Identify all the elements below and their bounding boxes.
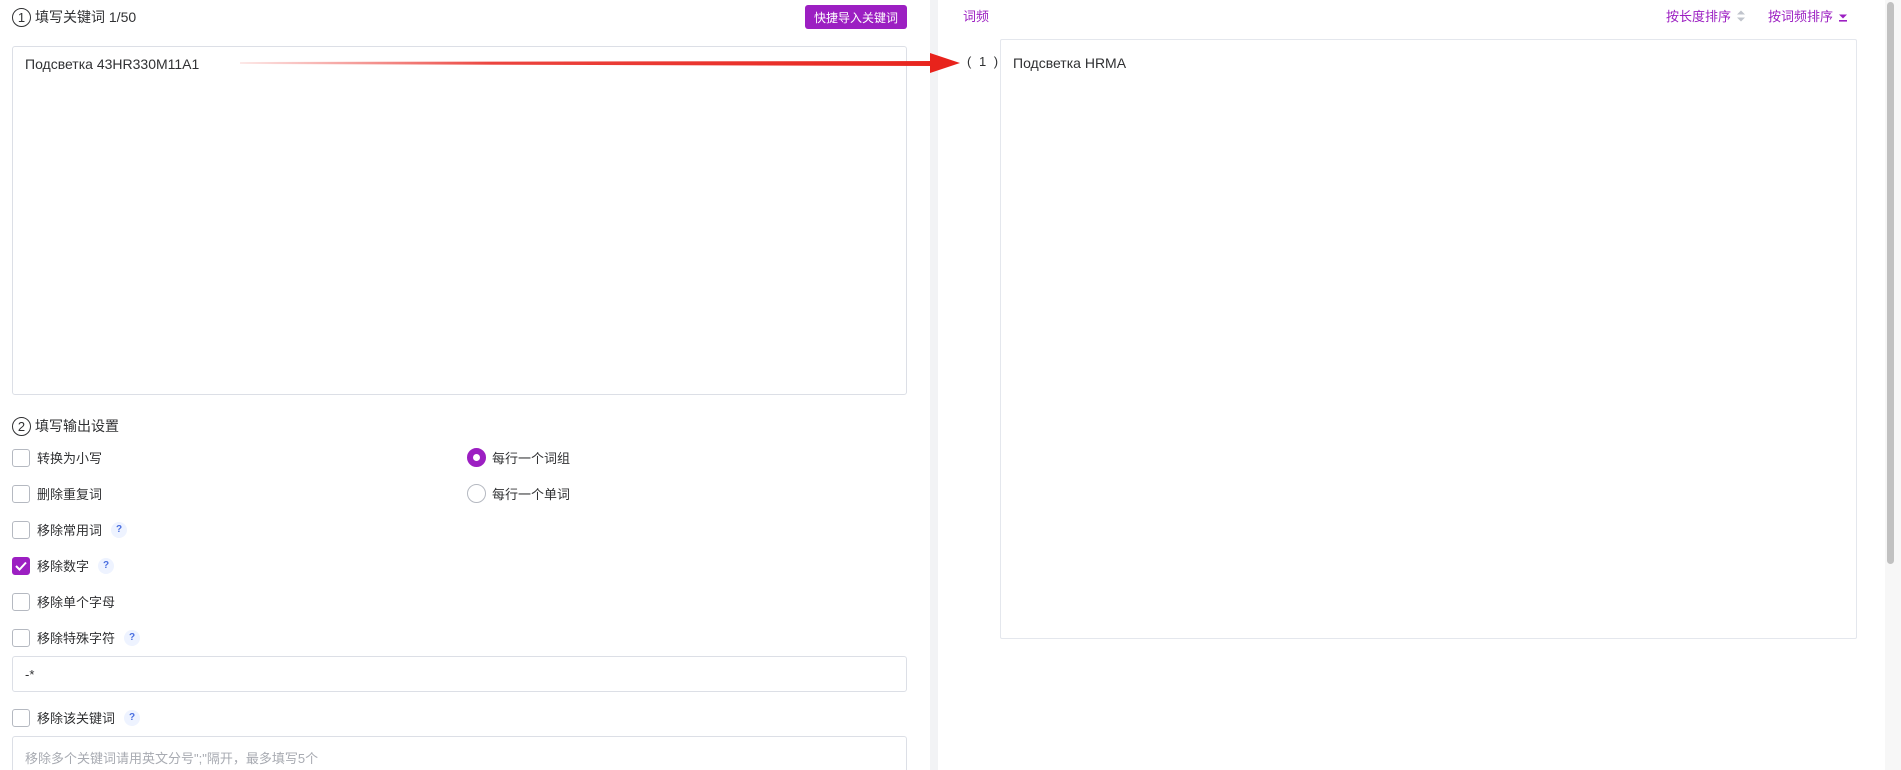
remove-keywords-placeholder: 移除多个关键词请用英文分号";"隔开，最多填写5个 (25, 751, 319, 766)
sort-caret-icon (1736, 9, 1746, 23)
remove-special-label: 移除特殊字符 (37, 631, 116, 646)
keyword-text: Подсветка 43HR330M11A1 (25, 56, 200, 72)
special-chars-value: -* (25, 666, 35, 682)
step2-title: 填写输出设置 (35, 418, 119, 434)
word-per-line-label: 每行一个单词 (492, 487, 571, 502)
sort-by-length-label: 按长度排序 (1666, 9, 1732, 24)
remove-duplicates-checkbox[interactable] (12, 484, 30, 503)
result-panel: 词频 按长度排序 按词频排序 ( 1 ) Подсветка HRMA (938, 0, 1901, 770)
lowercase-checkbox[interactable] (12, 448, 30, 467)
remove-single-letter-label: 移除单个字母 (37, 595, 116, 610)
sort-by-frequency-label: 按词频排序 (1768, 9, 1834, 24)
help-icon[interactable]: ? (111, 521, 128, 538)
step1-number: 1 (12, 7, 31, 27)
remove-common-label: 移除常用词 (37, 523, 103, 538)
remove-keyword-checkbox[interactable] (12, 708, 30, 727)
remove-numbers-option[interactable]: 移除数字 ? (12, 556, 115, 575)
remove-keyword-label: 移除该关键词 (37, 711, 116, 726)
remove-numbers-checkbox[interactable] (12, 556, 30, 575)
lowercase-option[interactable]: 转换为小写 (12, 448, 102, 467)
word-per-line-option[interactable]: 每行一个单词 (467, 484, 570, 503)
step2-number: 2 (12, 416, 31, 436)
quick-import-button[interactable]: 快捷导入关键词 (805, 5, 907, 29)
word-per-line-radio[interactable] (467, 484, 486, 503)
scrollbar-thumb[interactable] (1887, 2, 1894, 564)
page: 1 填写关键词 1/50 快捷导入关键词 Подсветка 43HR330M1… (0, 0, 1901, 770)
help-icon[interactable]: ? (124, 629, 141, 646)
sort-desc-icon (1838, 9, 1848, 23)
help-icon[interactable]: ? (124, 709, 141, 726)
result-index: ( 1 ) (967, 54, 1001, 69)
step1-title: 填写关键词 1/50 (35, 9, 137, 25)
phrase-per-line-radio[interactable] (467, 448, 486, 467)
lowercase-label: 转换为小写 (37, 451, 103, 466)
remove-duplicates-option[interactable]: 删除重复词 (12, 484, 102, 503)
phrase-per-line-option[interactable]: 每行一个词组 (467, 448, 570, 467)
remove-single-letter-checkbox[interactable] (12, 592, 30, 611)
check-icon (15, 561, 27, 571)
keyword-textarea[interactable]: Подсветка 43HR330M11A1 (12, 46, 907, 395)
result-output-box[interactable]: Подсветка HRMA (1000, 39, 1857, 639)
input-panel: 1 填写关键词 1/50 快捷导入关键词 Подсветка 43HR330M1… (0, 0, 930, 770)
remove-special-checkbox[interactable] (12, 628, 30, 647)
special-chars-input[interactable]: -* (12, 656, 907, 692)
sort-by-frequency-button[interactable]: 按词频排序 (1768, 6, 1848, 25)
sort-by-length-button[interactable]: 按长度排序 (1666, 6, 1746, 25)
remove-special-option[interactable]: 移除特殊字符 ? (12, 628, 141, 647)
remove-duplicates-label: 删除重复词 (37, 487, 103, 502)
phrase-per-line-label: 每行一个词组 (492, 451, 571, 466)
frequency-label[interactable]: 词频 (963, 6, 989, 25)
step1-heading: 1 填写关键词 1/50 (12, 7, 136, 27)
result-text: Подсветка HRMA (1013, 55, 1127, 71)
remove-common-option[interactable]: 移除常用词 ? (12, 520, 128, 539)
remove-keyword-option[interactable]: 移除该关键词 ? (12, 708, 141, 727)
remove-common-checkbox[interactable] (12, 520, 30, 539)
panel-divider (930, 0, 938, 770)
help-icon[interactable]: ? (98, 557, 115, 574)
remove-single-letter-option[interactable]: 移除单个字母 (12, 592, 115, 611)
step2-heading: 2 填写输出设置 (12, 416, 119, 436)
remove-keywords-input[interactable]: 移除多个关键词请用英文分号";"隔开，最多填写5个 (12, 736, 907, 770)
remove-numbers-label: 移除数字 (37, 559, 90, 574)
